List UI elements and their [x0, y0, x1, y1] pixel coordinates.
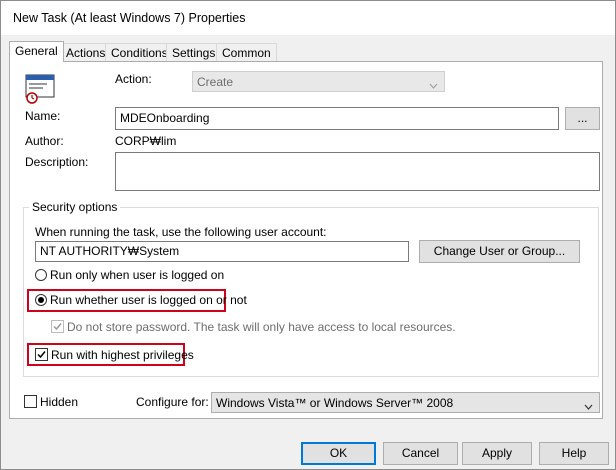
tab-label: Common: [222, 46, 271, 60]
name-field[interactable]: MDEOnboarding: [115, 107, 559, 130]
configure-for-label: Configure for:: [136, 395, 209, 409]
radio-logged-on-or-not[interactable]: [35, 294, 47, 306]
security-options-title: Security options: [29, 200, 121, 214]
title-bar[interactable]: New Task (At least Windows 7) Properties: [1, 1, 615, 35]
radio-logged-on-only[interactable]: [35, 269, 47, 281]
radio-logged-on-or-not-label[interactable]: Run whether user is logged on or not: [50, 293, 247, 307]
tab-label: General: [15, 44, 58, 58]
description-label: Description:: [25, 155, 89, 169]
tab-conditions[interactable]: Conditions: [105, 43, 174, 61]
window-title: New Task (At least Windows 7) Properties: [13, 11, 246, 25]
help-button[interactable]: Help: [539, 442, 609, 465]
account-prompt: When running the task, use the following…: [35, 225, 327, 239]
do-not-store-password-checkbox[interactable]: [51, 320, 64, 333]
description-field[interactable]: [115, 152, 600, 191]
tab-common[interactable]: Common: [216, 43, 277, 61]
radio-logged-on-only-label[interactable]: Run only when user is logged on: [50, 268, 224, 282]
action-select-value: Create: [197, 75, 234, 89]
tab-label: Actions: [66, 46, 106, 60]
tab-label: Settings: [172, 46, 216, 60]
tab-settings[interactable]: Settings: [166, 43, 222, 61]
name-label: Name:: [25, 109, 61, 123]
action-select[interactable]: Create: [192, 71, 445, 92]
user-account-field[interactable]: NT AUTHORITY₩System: [35, 241, 409, 262]
hidden-label[interactable]: Hidden: [40, 395, 78, 409]
do-not-store-password-label: Do not store password. The task will onl…: [67, 320, 456, 334]
configure-for-select[interactable]: Windows Vista™ or Windows Server™ 2008: [211, 392, 600, 413]
author-label: Author:: [25, 134, 64, 148]
task-icon: [25, 74, 57, 104]
highest-privileges-checkbox[interactable]: [35, 348, 48, 361]
highest-privileges-label[interactable]: Run with highest privileges: [51, 348, 194, 362]
properties-dialog: New Task (At least Windows 7) Properties…: [0, 0, 616, 470]
change-user-button[interactable]: Change User or Group...: [419, 240, 580, 263]
author-value: CORP₩lim: [115, 134, 177, 148]
browse-button[interactable]: ...: [565, 107, 600, 130]
tab-actions[interactable]: Actions: [60, 43, 112, 61]
ok-button[interactable]: OK: [301, 442, 376, 465]
tab-general[interactable]: General: [9, 41, 64, 62]
configure-for-value: Windows Vista™ or Windows Server™ 2008: [216, 396, 454, 410]
chevron-down-icon: [429, 78, 438, 92]
chevron-down-icon: [584, 399, 593, 413]
hidden-checkbox[interactable]: [24, 395, 37, 408]
cancel-button[interactable]: Cancel: [383, 442, 458, 465]
action-label: Action:: [115, 72, 152, 86]
tab-label: Conditions: [111, 46, 168, 60]
apply-button[interactable]: Apply: [462, 442, 532, 465]
